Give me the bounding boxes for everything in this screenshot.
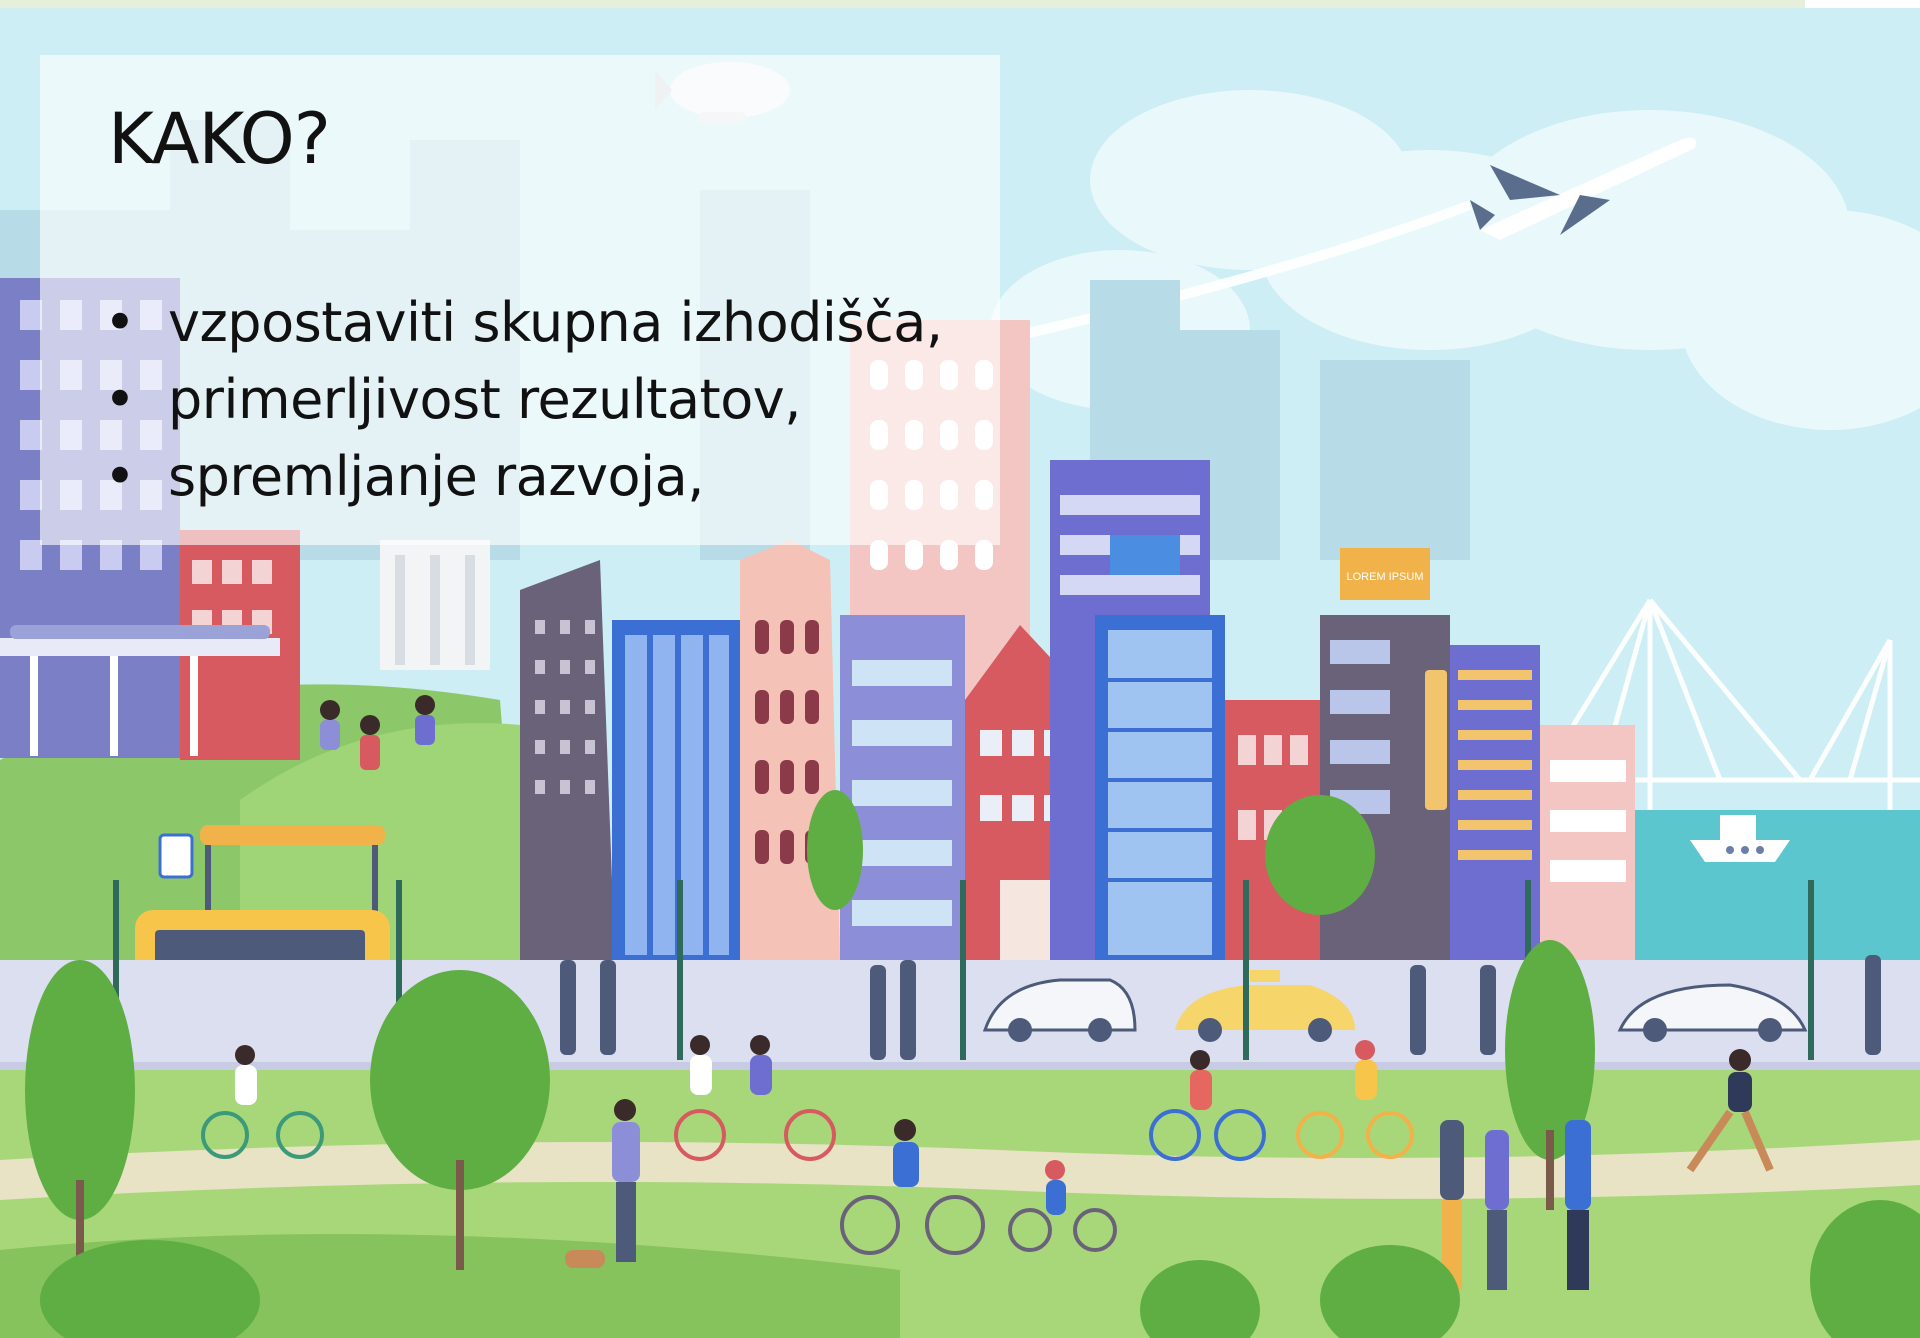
pink-building-right — [1540, 725, 1635, 960]
bullet-item: primerljivost rezultatov, — [104, 361, 943, 438]
blue-tower — [1095, 615, 1225, 960]
slide: LOREM IPSUM KAKO? • vzpostaviti skupna i… — [0, 0, 1920, 1338]
billboard-text: LOREM IPSUM — [1346, 571, 1423, 583]
white-pavilion — [380, 540, 490, 670]
billboard-icon: LOREM IPSUM — [1340, 548, 1430, 600]
dark-grey-building — [520, 560, 615, 960]
bullet-list: vzpostaviti skupna izhodišča, primerljiv… — [104, 284, 943, 515]
bullet-item: spremljanje razvoja, — [104, 438, 943, 515]
bullet-item: vzpostaviti skupna izhodišča, — [104, 284, 943, 361]
lavender-building — [840, 615, 965, 960]
slide-title: KAKO? — [108, 98, 331, 180]
water — [1630, 810, 1920, 970]
